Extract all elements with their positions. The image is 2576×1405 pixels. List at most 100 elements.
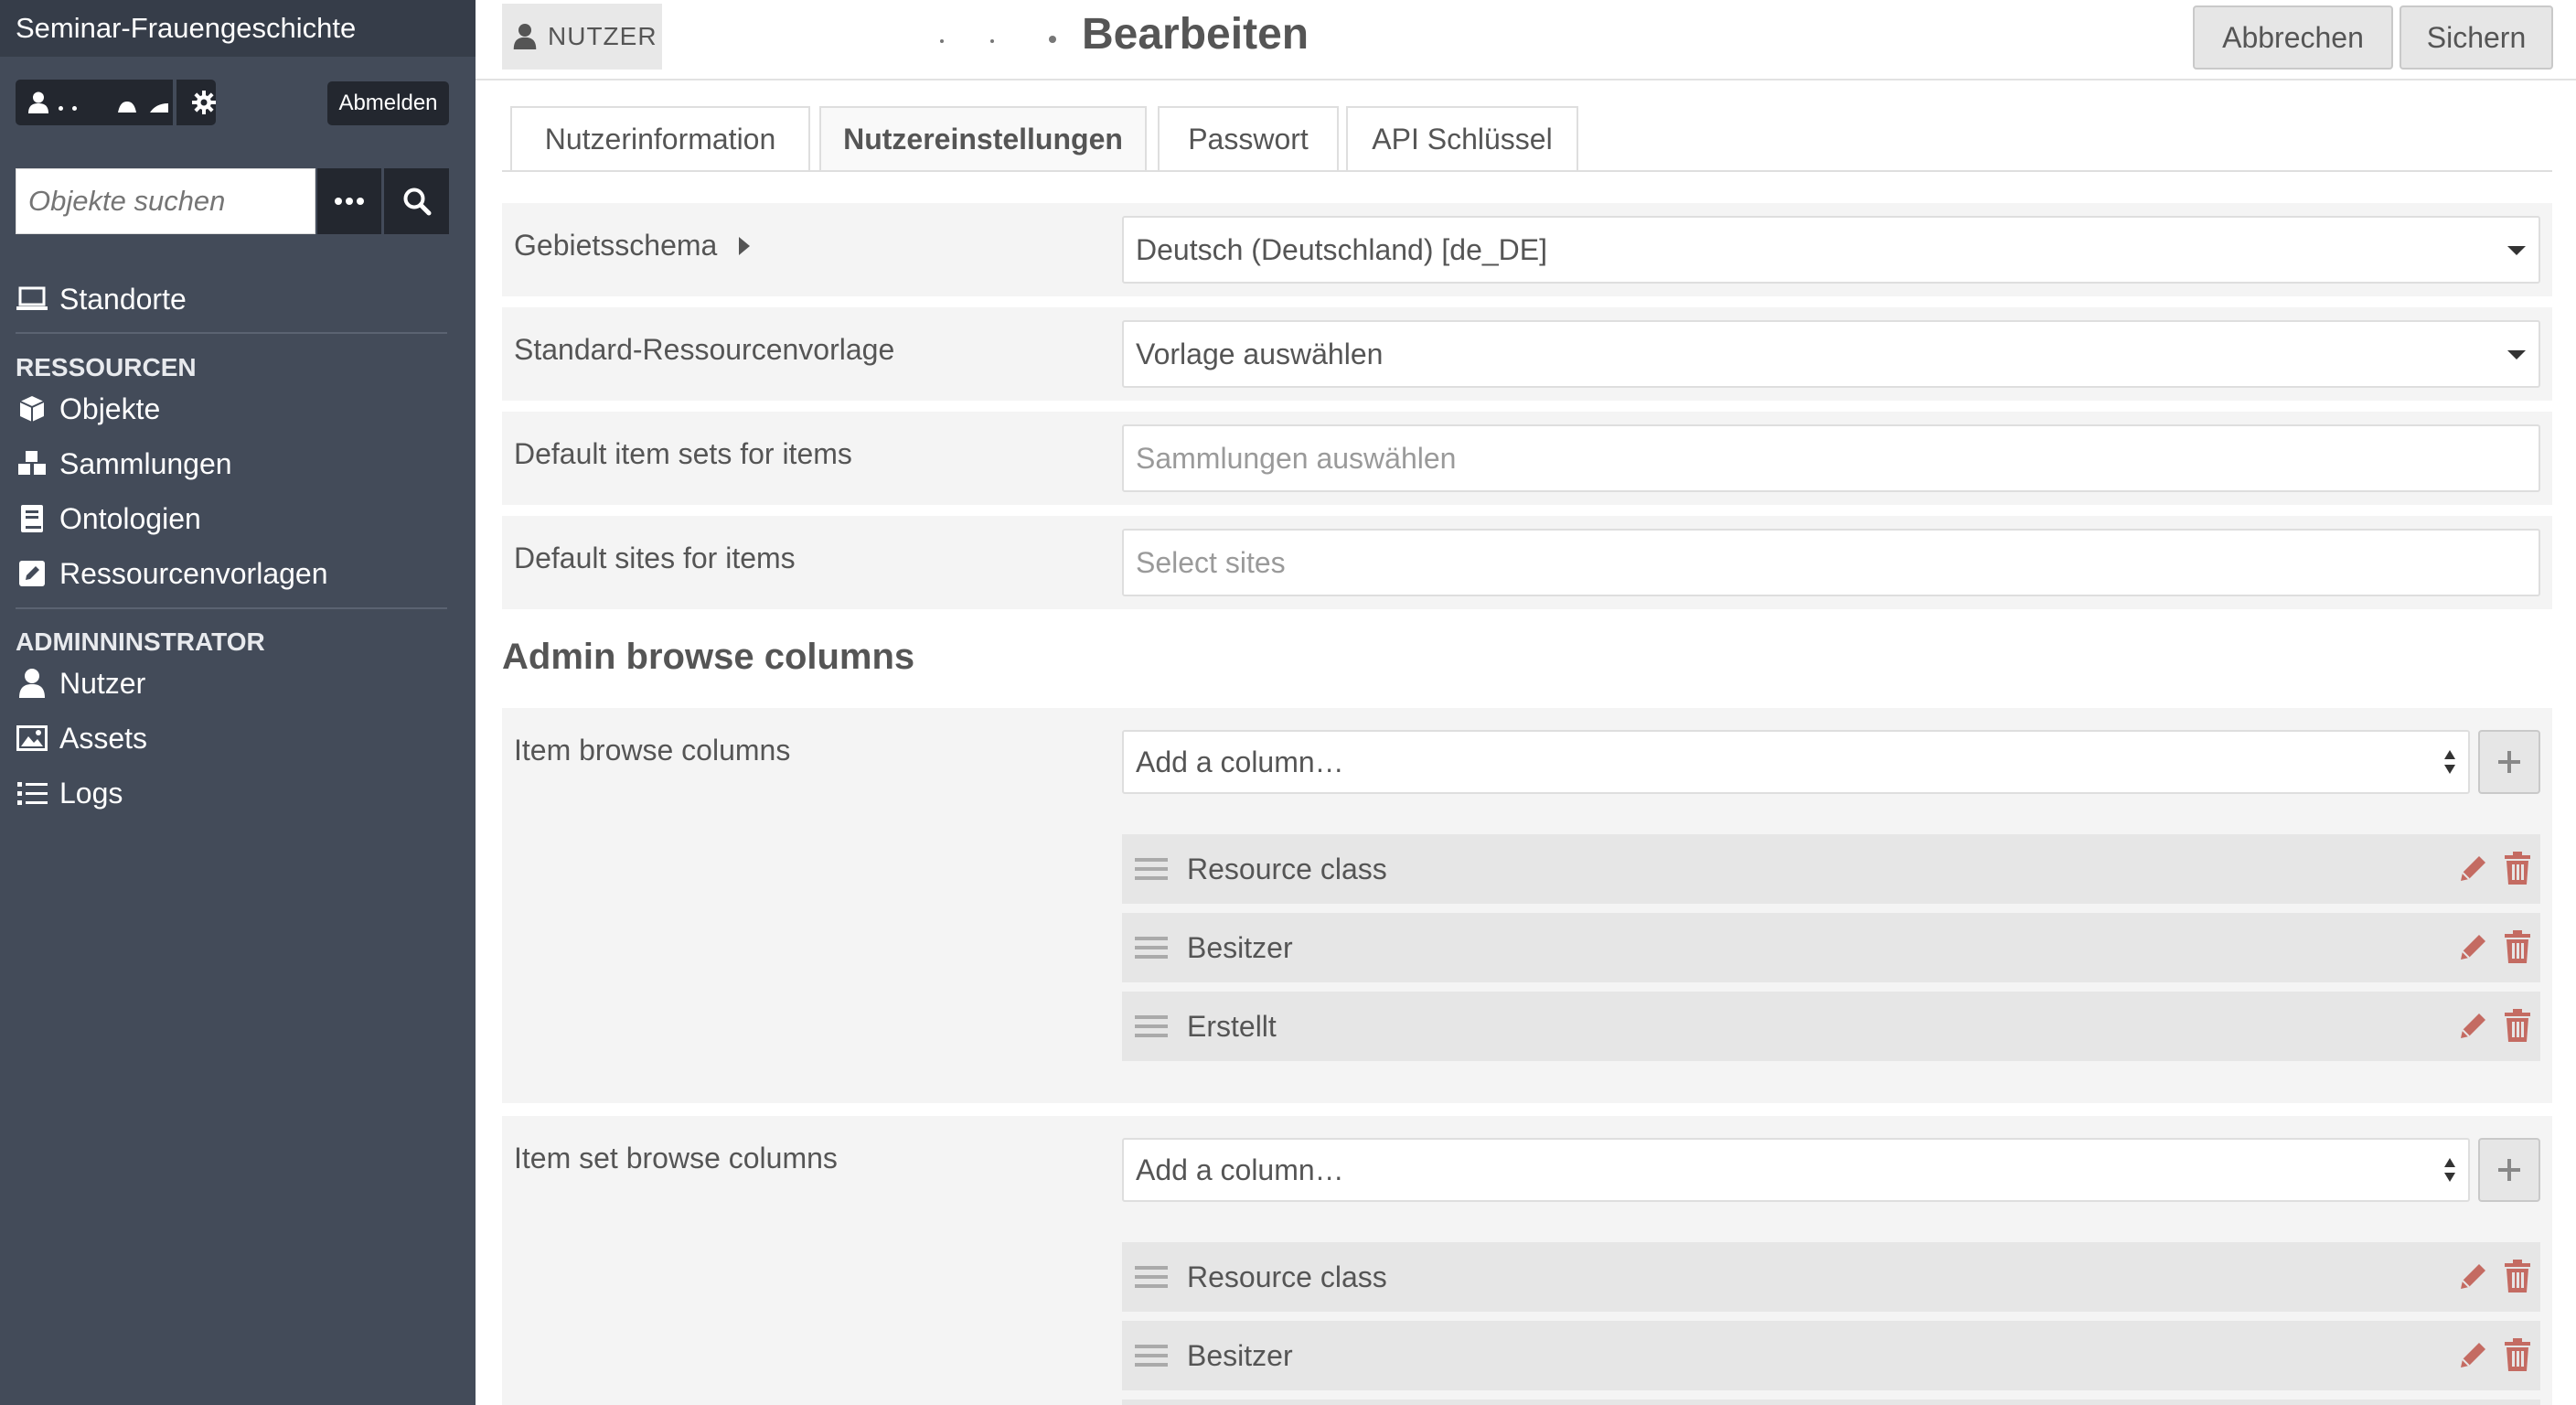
nav-sites-label: Standorte	[59, 282, 187, 316]
column-label: Resource class	[1187, 852, 1387, 885]
breadcrumb-separator	[1049, 36, 1056, 43]
nav-assets[interactable]: Assets	[16, 715, 147, 761]
cloud-icon	[118, 102, 136, 113]
item-set-browse-columns-row: Item set browse columns Add a column… Re…	[502, 1116, 2552, 1405]
logout-button[interactable]: Abmelden	[327, 81, 449, 125]
add-item-set-column-button[interactable]	[2478, 1138, 2540, 1202]
drag-handle-icon[interactable]	[1135, 1343, 1168, 1368]
add-item-column-button[interactable]	[2478, 730, 2540, 794]
cloud-icon	[150, 103, 168, 113]
user-icon	[513, 24, 537, 49]
user-bar[interactable]	[16, 80, 216, 125]
chevron-down-icon	[2507, 246, 2526, 255]
divider	[16, 332, 447, 334]
divider	[502, 170, 2552, 172]
image-icon	[16, 725, 48, 751]
chevron-down-icon	[2507, 350, 2526, 359]
site-title[interactable]: Seminar-Frauengeschichte	[0, 0, 476, 57]
admin-heading: ADMINNINSTRATOR	[16, 627, 265, 656]
drag-handle-icon[interactable]	[1135, 856, 1168, 882]
item-sets-label: Default item sets for items	[514, 437, 852, 470]
plus-icon	[2498, 751, 2520, 773]
drag-handle-icon[interactable]	[1135, 935, 1168, 960]
search-options-button[interactable]	[317, 168, 381, 234]
pencil-icon[interactable]	[2458, 1339, 2489, 1370]
select-arrows-icon	[2444, 750, 2455, 774]
trash-icon[interactable]	[2504, 1260, 2531, 1292]
column-label: Besitzer	[1187, 1338, 1293, 1372]
sites-label: Default sites for items	[514, 542, 796, 574]
gear-icon[interactable]	[192, 91, 216, 114]
item-sets-row: Default item sets for items Sammlungen a…	[502, 412, 2552, 505]
cubes-icon	[18, 451, 46, 475]
tab-password[interactable]: Passwort	[1158, 106, 1339, 170]
ellipsis-dot	[59, 106, 63, 111]
sites-select[interactable]: Select sites	[1122, 529, 2540, 596]
breadcrumb-label: NUTZER	[548, 22, 657, 50]
column-label: Besitzer	[1187, 930, 1293, 964]
pencil-icon[interactable]	[2458, 1260, 2489, 1292]
item-sets-select[interactable]: Sammlungen auswählen	[1122, 424, 2540, 492]
sidebar: Seminar-Frauengeschichte Abmelden Stando…	[0, 0, 476, 1405]
drag-handle-icon[interactable]	[1135, 1264, 1168, 1290]
trash-icon[interactable]	[2504, 1338, 2531, 1371]
locale-label[interactable]: Gebietsschema	[514, 229, 751, 263]
caret-right-icon[interactable]	[739, 236, 751, 255]
edit-square-icon	[19, 561, 45, 586]
resources-heading: RESSOURCEN	[16, 353, 197, 381]
page-title: Bearbeiten	[1082, 10, 1309, 59]
nav-users-label: Nutzer	[59, 666, 146, 700]
column-label: Erstellt	[1187, 1009, 1277, 1043]
nav-items-label: Objekte	[59, 391, 161, 425]
trash-icon[interactable]	[2504, 1009, 2531, 1042]
column-item: Besitzer	[1122, 1321, 2540, 1390]
column-item	[1122, 1400, 2540, 1405]
column-item: Resource class	[1122, 1242, 2540, 1312]
user-icon	[28, 91, 48, 113]
trash-icon[interactable]	[2504, 930, 2531, 963]
nav-assets-label: Assets	[59, 721, 148, 755]
nav-logs[interactable]: Logs	[16, 770, 123, 816]
nav-item-sets[interactable]: Sammlungen	[16, 441, 232, 487]
tab-user-information[interactable]: Nutzerinformation	[510, 106, 810, 170]
plus-icon	[2498, 1159, 2520, 1181]
search-button[interactable]	[384, 168, 449, 234]
pencil-icon[interactable]	[2458, 853, 2489, 884]
template-label: Standard-Ressourcenvorlage	[514, 333, 895, 366]
column-label: Resource class	[1187, 1260, 1387, 1293]
column-item: Besitzer	[1122, 913, 2540, 982]
tab-api-keys[interactable]: API Schlüssel	[1346, 106, 1578, 170]
item-set-column-select[interactable]: Add a column…	[1122, 1138, 2470, 1202]
user-icon	[19, 669, 45, 698]
cube-icon	[19, 396, 45, 422]
pencil-icon[interactable]	[2458, 1010, 2489, 1041]
drag-handle-icon[interactable]	[1135, 1014, 1168, 1039]
locale-select[interactable]: Deutsch (Deutschland) [de_DE]	[1122, 216, 2540, 284]
select-arrows-icon	[2444, 1158, 2455, 1182]
nav-sites[interactable]: Standorte	[16, 276, 187, 322]
breadcrumb-separator	[990, 39, 994, 43]
nav-users[interactable]: Nutzer	[16, 660, 145, 706]
sites-row: Default sites for items Select sites	[502, 516, 2552, 609]
list-icon	[17, 782, 48, 805]
nav-items[interactable]: Objekte	[16, 386, 160, 432]
nav-item-sets-label: Sammlungen	[59, 446, 232, 480]
resource-template-select[interactable]: Vorlage auswählen	[1122, 320, 2540, 388]
nav-resource-templates[interactable]: Ressourcenvorlagen	[16, 551, 328, 596]
column-item: Erstellt	[1122, 992, 2540, 1061]
pencil-icon[interactable]	[2458, 931, 2489, 962]
search-input[interactable]	[16, 168, 315, 234]
item-column-select[interactable]: Add a column…	[1122, 730, 2470, 794]
ellipsis-dot	[72, 106, 77, 111]
save-button[interactable]: Sichern	[2400, 5, 2553, 70]
item-browse-columns-label: Item browse columns	[514, 734, 791, 767]
trash-icon[interactable]	[2504, 852, 2531, 885]
column-item: Resource class	[1122, 834, 2540, 904]
book-icon	[21, 505, 43, 532]
breadcrumb-users[interactable]: NUTZER	[502, 4, 662, 70]
cancel-button[interactable]: Abbrechen	[2193, 5, 2393, 70]
template-row: Standard-Ressourcenvorlage Vorlage auswä…	[502, 307, 2552, 401]
nav-vocabularies[interactable]: Ontologien	[16, 496, 201, 542]
item-set-browse-columns-label: Item set browse columns	[514, 1142, 838, 1174]
tab-user-settings[interactable]: Nutzereinstellungen	[819, 106, 1147, 170]
